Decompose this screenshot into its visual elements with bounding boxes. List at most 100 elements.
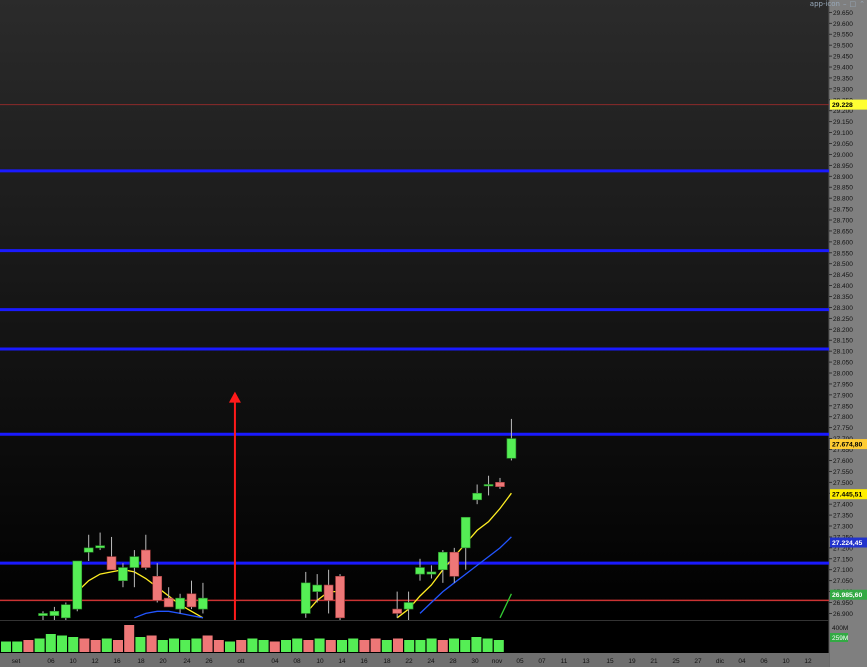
volume-bar [225,641,235,652]
candle-body [426,571,437,575]
y-tick-label: 29.550 [833,32,853,39]
time-axis-label: 10 [782,658,790,665]
candle-body [198,597,208,610]
time-axis-label: 28 [449,658,457,665]
restore-icon[interactable]: □ [850,0,857,8]
y-tick-label: 28.050 [833,360,853,367]
volume-bar [303,640,314,652]
y-tick-label: 28.800 [833,196,853,203]
volume-bar [370,638,381,652]
time-axis-label: 10 [316,658,324,665]
volume-bar [146,635,157,652]
time-axis-label: dic [716,658,725,665]
volume-bar [12,641,23,652]
time-axis-label: 16 [360,658,368,665]
time-axis-label: 24 [183,658,191,665]
volume-bar [281,640,291,652]
y-tick-label: 27.100 [833,567,853,574]
minimize-icon[interactable]: – [843,0,847,8]
y-tick-label: 28.550 [833,250,853,257]
y-tick-label: 29.050 [833,141,853,148]
volume-bar [359,640,370,652]
price-tag-label: 27.674,80 [832,442,862,449]
y-tick-label: 28.700 [833,218,853,225]
y-tick-label: 28.150 [833,338,853,345]
candle-body [300,582,311,614]
volume-bar [34,638,45,652]
time-axis-label: 25 [672,658,680,665]
volume-bar [471,637,482,652]
volume-bar [449,638,459,652]
volume-bar [415,640,426,652]
price-tag-label: 26.985,60 [832,592,862,599]
time-axis-label: 14 [338,658,346,665]
volume-bar [381,640,392,652]
chart-canvas[interactable]: 29.650 29.600 29.550 29.500 29.450 29.400 29.3… [0,0,867,667]
volume-bar [292,638,303,652]
y-tick-label: 29.350 [833,75,853,82]
time-axis-label: 19 [628,658,636,665]
y-tick-label: 27.400 [833,502,853,509]
candle-body [323,584,334,601]
candle-body [449,551,460,577]
y-tick-label: 27.550 [833,469,853,476]
volume-bar [180,640,191,652]
time-axis-label: 04 [738,658,746,665]
y-tick-label: 28.250 [833,316,853,323]
candle-body [506,438,517,459]
y-tick-label: 26.900 [833,611,853,618]
time-axis-label: 04 [271,658,279,665]
y-tick-label: 27.900 [833,392,853,399]
volume-bar [404,640,415,652]
volume-bar [393,638,403,652]
y-tick-label: 28.650 [833,228,853,235]
volume-bar [258,640,269,652]
time-axis-label: 10 [69,658,77,665]
y-tick-label: 27.050 [833,578,853,585]
time-axis-label: 11 [561,658,568,665]
y-tick-label: 28.400 [833,283,853,290]
time-axis-label: 07 [538,658,546,665]
volume-bar [337,640,347,652]
volume-bar [135,637,146,652]
volume-bar [101,638,112,652]
volume-bar [482,638,493,652]
time-axis-label: 26 [205,658,213,665]
y-tick-label: 28.350 [833,294,853,301]
volume-bar [426,638,437,652]
app-icon[interactable]: app-icon [810,0,840,8]
candle-body [460,516,471,549]
time-axis-label: 13 [582,658,590,665]
candle-body [175,597,185,610]
y-tick-label: 28.900 [833,174,853,181]
volume-bar [169,638,179,652]
volume-bar [247,638,258,652]
candle-body [403,602,414,610]
volume-bar [113,640,123,652]
y-tick-label: 28.850 [833,185,853,192]
volume-bar [437,640,448,652]
maximize-icon[interactable]: ⌃ [859,0,865,8]
y-tick-label: 28.000 [833,371,853,378]
volume-current-label: 259M [832,635,848,642]
volume-bar [348,638,359,652]
y-tick-label: 29.600 [833,21,853,28]
price-chart[interactable]: 29.650 29.600 29.550 29.500 29.450 29.400 29.3… [0,0,867,667]
time-axis-label: 06 [47,658,55,665]
time-axis-label: 30 [471,658,479,665]
candle-body [483,484,494,487]
volume-bar [236,640,247,652]
time-axis-label: 21 [650,658,658,665]
candle-body [129,556,140,568]
volume-bar [68,637,79,652]
volume-bar [493,640,504,652]
time-axis-label: 22 [405,658,413,665]
volume-bar [1,641,11,652]
y-tick-label: 28.450 [833,272,853,279]
volume-bar [314,638,325,652]
y-tick-label: 28.950 [833,163,853,170]
y-tick-label: 29.500 [833,43,853,50]
y-tick-label: 29.400 [833,65,853,72]
volume-bar [191,638,202,652]
y-tick-label: 29.100 [833,130,853,137]
